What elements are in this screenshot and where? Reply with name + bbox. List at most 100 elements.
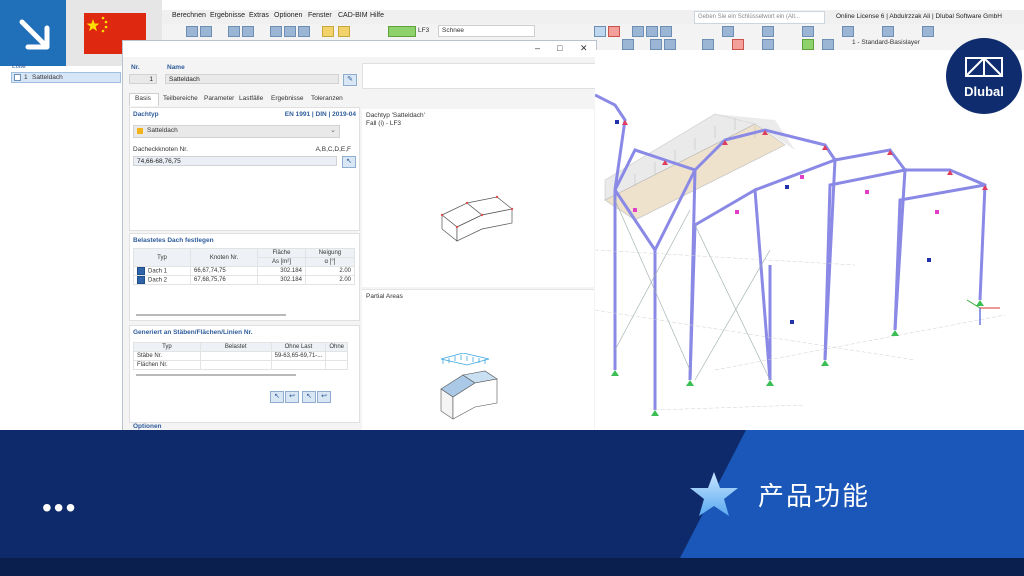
menu-cad-bim[interactable]: CAD-BIM (338, 12, 368, 19)
toolbar-button[interactable] (338, 26, 350, 37)
roof-type-select[interactable]: Satteldach ⌄ (133, 125, 340, 138)
col-flaeche: Fläche (257, 248, 306, 258)
load-case-select[interactable]: Schnee (438, 25, 535, 37)
dlubal-bridge-icon (965, 57, 1003, 77)
gable-roof-diagram (440, 195, 514, 242)
toolbar-button[interactable] (802, 39, 814, 50)
toolbar-button[interactable] (622, 39, 634, 50)
tab-ergebnisse[interactable]: Ergebnisse (271, 95, 304, 102)
table-row[interactable]: Stäbe Nr. 59-63,65-69,71-... (133, 351, 348, 361)
maximize-icon[interactable]: □ (557, 43, 562, 53)
horizontal-scrollbar[interactable] (136, 314, 286, 316)
col-flaeche-unit: As [m²] (257, 257, 306, 267)
tab-toleranzen[interactable]: Toleranzen (311, 95, 343, 102)
toolbar-button[interactable] (732, 39, 744, 50)
undo-button[interactable]: ↩ (317, 391, 331, 403)
roof-type-section: Dachtyp EN 1991 | DIN | 2019-04 Sattelda… (129, 107, 360, 231)
menu-hilfe[interactable]: Hilfe (370, 12, 384, 19)
toolbar-button[interactable] (660, 26, 672, 37)
row-ohne (325, 360, 348, 370)
menu-optionen[interactable]: Optionen (274, 12, 302, 19)
horizontal-scrollbar[interactable] (136, 374, 296, 376)
toolbar-button[interactable] (608, 26, 620, 37)
toolbar-button[interactable] (322, 26, 334, 37)
loaded-roof-section: Belastetes Dach festlegen Typ Knoten Nr.… (129, 233, 360, 321)
search-input[interactable]: Geben Sie ein Schlüsselwort ein (Alt... (694, 11, 825, 24)
tab-basis[interactable]: Basis (135, 95, 151, 102)
col-belastet: Belastet (199, 342, 272, 352)
tab-parameter[interactable]: Parameter (204, 95, 234, 102)
pick-nodes-button[interactable]: ↖ (342, 156, 356, 168)
corner-nodes-label: Dacheckknoten Nr. (133, 146, 188, 153)
row-checkbox[interactable] (137, 267, 145, 275)
menu-extras[interactable]: Extras (249, 12, 269, 19)
corner-nodes-field[interactable]: 74,66-68,76,75 (133, 156, 337, 166)
toolbar-button[interactable] (632, 26, 644, 37)
toolbar-button[interactable] (802, 26, 814, 37)
toolbar-button[interactable] (922, 26, 934, 37)
edit-name-button[interactable]: ✎ (343, 74, 357, 86)
corner-nodes-hint: A,B,C,D,E,F (315, 146, 351, 153)
comment-box[interactable] (362, 63, 596, 89)
row-belastet (199, 351, 272, 361)
license-info: Online License 6 | Abdulrzzak Ali | Dlub… (836, 13, 1002, 20)
toolbar-button[interactable] (822, 39, 834, 50)
row-flaeche: 302.184 (257, 275, 306, 285)
bottom-strip (0, 558, 1024, 576)
row-flaeche: 302.184 (257, 266, 306, 276)
toolbar-button[interactable] (186, 26, 198, 37)
toolbar-button[interactable] (882, 26, 894, 37)
toolbar-button[interactable] (762, 39, 774, 50)
toolbar-button[interactable] (298, 26, 310, 37)
list-item[interactable]: 1 Satteldach (11, 72, 121, 83)
toolbar-button[interactable] (664, 39, 676, 50)
close-icon[interactable]: ✕ (580, 43, 588, 54)
toolbar-button[interactable] (228, 26, 240, 37)
tab-lastfaelle[interactable]: Lastfälle (239, 95, 263, 102)
corner-arrow-tile (0, 0, 66, 66)
load-case-color (388, 26, 416, 37)
table-row[interactable]: Flächen Nr. (133, 360, 348, 370)
row-belastet (199, 360, 272, 370)
col-ohne: Ohne (325, 342, 348, 352)
menu-berechnen[interactable]: Berechnen (172, 12, 206, 19)
load-case-id[interactable]: LF3 (418, 27, 429, 34)
roof-type-label: Dachtyp (133, 111, 159, 118)
toolbar-button[interactable] (762, 26, 774, 37)
col-neigung: Neigung (304, 248, 356, 258)
chevron-down-icon: ⌄ (330, 127, 336, 134)
list-item-checkbox[interactable] (14, 74, 21, 81)
table-row[interactable]: Dach 2 67,68,75,76 302.184 2.00 (133, 275, 356, 285)
preview-subtitle: Fall (i) - LF3 (366, 120, 402, 127)
toolbar-button[interactable] (284, 26, 296, 37)
nr-label: Nr. (131, 64, 140, 71)
toolbar-button[interactable] (702, 39, 714, 50)
select-button[interactable]: ↖ (302, 391, 316, 403)
toolbar-button[interactable] (200, 26, 212, 37)
nr-field[interactable]: 1 (129, 74, 157, 84)
toolbar-button[interactable] (722, 26, 734, 37)
row-ohne (325, 351, 348, 361)
layer-select[interactable]: 1 - Standard-Basislayer (852, 39, 920, 46)
toolbar-button[interactable] (842, 26, 854, 37)
list-header: Liste (12, 63, 26, 70)
toolbar-button[interactable] (594, 26, 606, 37)
col-typ: Typ (133, 248, 191, 267)
toolbar-button[interactable] (242, 26, 254, 37)
dlubal-logo: Dlubal (946, 38, 1022, 114)
toolbar-button[interactable] (270, 26, 282, 37)
row-checkbox[interactable] (137, 276, 145, 284)
tab-teilbereiche[interactable]: Teilbereiche (163, 95, 198, 102)
menu-ergebnisse[interactable]: Ergebnisse (210, 12, 245, 19)
minimize-icon[interactable]: – (535, 43, 540, 53)
toolbar-button[interactable] (646, 26, 658, 37)
table-row[interactable]: Dach 1 66,67,74,75 302.184 2.00 (133, 266, 356, 276)
select-button[interactable]: ↖ (270, 391, 284, 403)
more-dots[interactable]: ••• (42, 494, 77, 522)
menu-fenster[interactable]: Fenster (308, 12, 332, 19)
toolbar-button[interactable] (650, 39, 662, 50)
dialog-titlebar: – □ ✕ (123, 41, 596, 57)
undo-button[interactable]: ↩ (285, 391, 299, 403)
generated-section: Generiert an Stäben/Flächen/Linien Nr. T… (129, 325, 360, 423)
name-field[interactable]: Satteldach (165, 74, 339, 84)
